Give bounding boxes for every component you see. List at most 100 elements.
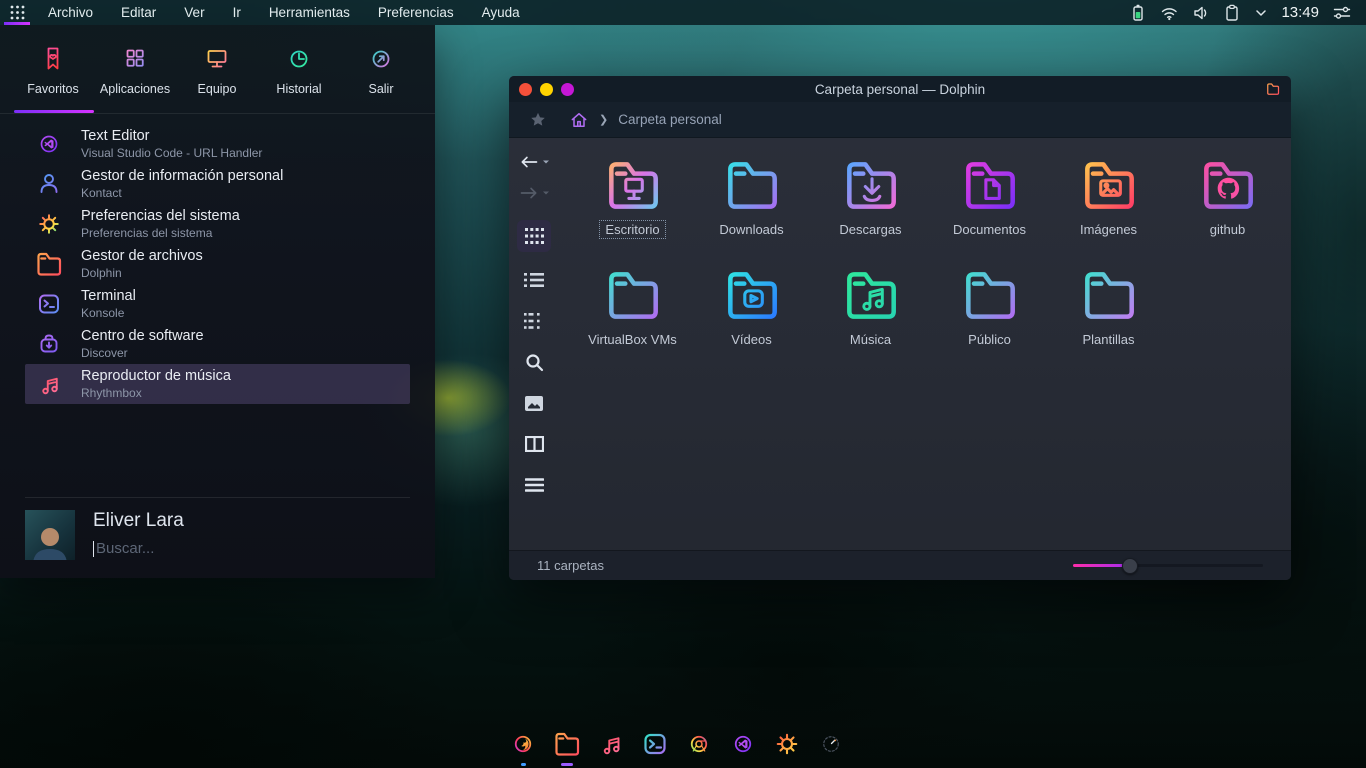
slider-knob[interactable] xyxy=(1122,558,1138,574)
person-icon xyxy=(33,168,65,200)
tab-aplicaciones[interactable]: Aplicaciones xyxy=(94,35,176,113)
home-icon[interactable] xyxy=(569,110,589,130)
menu-archivo[interactable]: Archivo xyxy=(34,0,107,25)
menu-ayuda[interactable]: Ayuda xyxy=(468,0,534,25)
details-view-button[interactable] xyxy=(519,267,549,293)
folder-musica[interactable]: Música xyxy=(811,262,930,372)
vscode-icon xyxy=(33,128,65,160)
menu-button[interactable] xyxy=(519,472,549,498)
dock-settings[interactable] xyxy=(771,728,803,766)
volume-icon[interactable] xyxy=(1192,4,1210,22)
wifi-icon[interactable] xyxy=(1160,4,1179,22)
chrome-icon xyxy=(683,728,715,760)
tab-salir[interactable]: Salir xyxy=(340,35,422,113)
clock-icon xyxy=(283,43,315,75)
back-dropdown-icon[interactable] xyxy=(542,158,550,166)
dock-chrome[interactable] xyxy=(683,728,715,766)
icons-view-button[interactable] xyxy=(517,220,551,252)
bookmark-heart-icon xyxy=(37,43,69,75)
clipboard-icon[interactable] xyxy=(1223,4,1241,22)
folder-publico[interactable]: Público xyxy=(930,262,1049,372)
app-gestor-archivos[interactable]: Gestor de archivosDolphin xyxy=(25,244,410,284)
exit-arrow-icon xyxy=(365,43,397,75)
terminal-icon xyxy=(33,288,65,320)
menu-ver[interactable]: Ver xyxy=(170,0,218,25)
software-bag-icon xyxy=(33,328,65,360)
battery-icon[interactable] xyxy=(1129,4,1147,22)
preview-button[interactable] xyxy=(519,390,549,416)
split-view-button[interactable] xyxy=(519,431,549,457)
dock-terminal[interactable] xyxy=(639,728,671,766)
app-text-editor[interactable]: Text EditorVisual Studio Code - URL Hand… xyxy=(25,124,410,164)
dock-firefox[interactable] xyxy=(507,728,539,766)
search-field[interactable] xyxy=(93,540,410,557)
menu-ir[interactable]: Ir xyxy=(219,0,255,25)
folder-downloads[interactable]: Downloads xyxy=(692,152,811,262)
user-area: Eliver Lara xyxy=(25,510,410,560)
folder-documentos[interactable]: Documentos xyxy=(930,152,1049,262)
titlebar[interactable]: Carpeta personal — Dolphin xyxy=(509,76,1291,102)
user-avatar[interactable] xyxy=(25,510,75,560)
folder-github[interactable]: github xyxy=(1168,152,1287,262)
dock-music-player[interactable] xyxy=(595,728,627,766)
dock-latte-settings[interactable] xyxy=(815,728,847,766)
app-centro-software[interactable]: Centro de softwareDiscover xyxy=(25,324,410,364)
dolphin-sidebar xyxy=(509,138,559,550)
launcher-active-underline xyxy=(4,22,30,25)
folder-escritorio[interactable]: Escritorio xyxy=(573,152,692,262)
app-preferencias-sistema[interactable]: Preferencias del sistemaPreferencias del… xyxy=(25,204,410,244)
forward-button[interactable] xyxy=(519,185,550,201)
dolphin-window: Carpeta personal — Dolphin ❯ Carpeta per… xyxy=(509,76,1291,580)
breadcrumb-chevron-icon: ❯ xyxy=(599,113,608,126)
search-button[interactable] xyxy=(519,349,549,375)
launcher-tabs: Favoritos Aplicaciones Equipo Historial xyxy=(0,25,435,113)
dock xyxy=(507,728,847,766)
user-divider xyxy=(25,497,410,498)
menu-editar[interactable]: Editar xyxy=(107,0,170,25)
window-title: Carpeta personal — Dolphin xyxy=(509,82,1291,97)
folder-videos[interactable]: Vídeos xyxy=(692,262,811,372)
gear-icon xyxy=(771,728,803,760)
zoom-slider[interactable] xyxy=(1073,559,1263,573)
bookmark-star-icon[interactable] xyxy=(529,111,547,129)
text-caret xyxy=(93,541,94,557)
dock-file-manager[interactable] xyxy=(551,728,583,766)
folder-imagenes[interactable]: Imágenes xyxy=(1049,152,1168,262)
app-reproductor-musica[interactable]: Reproductor de músicaRhythmbox xyxy=(25,364,410,404)
tweaks-icon[interactable] xyxy=(1332,4,1352,22)
folder-plantillas[interactable]: Plantillas xyxy=(1049,262,1168,372)
app-kontact[interactable]: Gestor de información personalKontact xyxy=(25,164,410,204)
tab-historial[interactable]: Historial xyxy=(258,35,340,113)
folder-icon xyxy=(551,728,583,760)
user-name: Eliver Lara xyxy=(93,510,410,532)
breadcrumb[interactable]: Carpeta personal xyxy=(618,112,722,127)
firefox-icon xyxy=(507,728,539,760)
menu-preferencias[interactable]: Preferencias xyxy=(364,0,468,25)
menu-herramientas[interactable]: Herramientas xyxy=(255,0,364,25)
location-toolbar: ❯ Carpeta personal xyxy=(509,102,1291,138)
firefox-running-indicator xyxy=(521,763,526,766)
application-launcher-panel: Favoritos Aplicaciones Equipo Historial xyxy=(0,25,435,578)
favorites-list: Text EditorVisual Studio Code - URL Hand… xyxy=(0,114,435,404)
tab-favoritos[interactable]: Favoritos xyxy=(12,35,94,113)
search-input[interactable] xyxy=(96,540,376,557)
compact-view-button[interactable] xyxy=(519,308,549,334)
chevron-down-icon[interactable] xyxy=(1254,6,1268,20)
folder-virtualbox-vms[interactable]: VirtualBox VMs xyxy=(573,262,692,372)
back-button[interactable] xyxy=(519,154,550,170)
dock-vscode[interactable] xyxy=(727,728,759,766)
app-terminal[interactable]: TerminalKonsole xyxy=(25,284,410,324)
clock[interactable]: 13:49 xyxy=(1281,4,1319,21)
grid-launcher-icon xyxy=(10,5,25,20)
statusbar: 11 carpetas xyxy=(509,550,1291,580)
folder-descargas[interactable]: Descargas xyxy=(811,152,930,262)
forward-dropdown-icon[interactable] xyxy=(542,189,550,197)
app-launcher-button[interactable] xyxy=(0,0,34,25)
monitor-icon xyxy=(201,43,233,75)
music-note-icon xyxy=(595,728,627,760)
vscode-icon xyxy=(727,728,759,760)
gear-rainbow-icon xyxy=(33,208,65,240)
folder-count: 11 carpetas xyxy=(537,558,604,573)
tab-equipo[interactable]: Equipo xyxy=(176,35,258,113)
latte-dock-icon xyxy=(815,728,847,760)
